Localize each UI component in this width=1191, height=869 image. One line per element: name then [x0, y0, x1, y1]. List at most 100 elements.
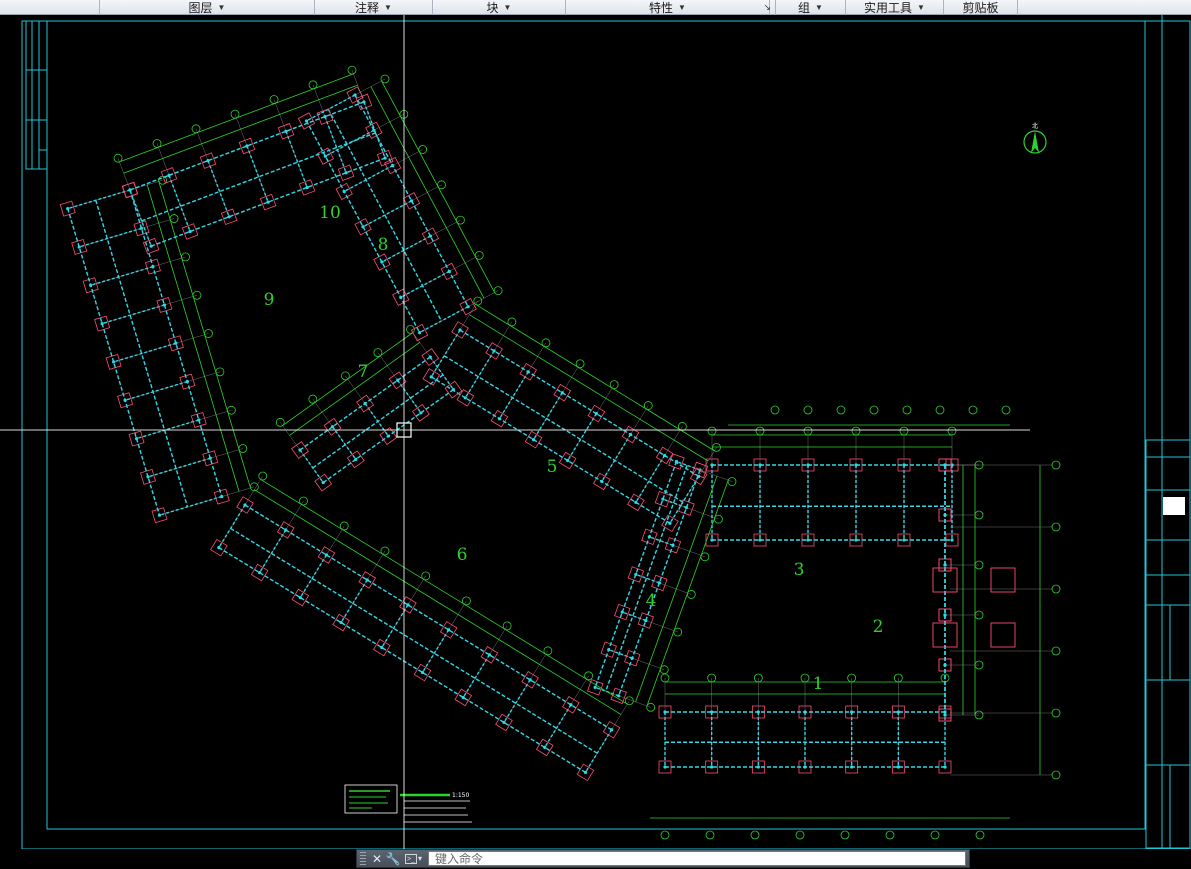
ground-beam: [244, 504, 612, 731]
axis-bubble: [975, 830, 985, 840]
drag-handle[interactable]: [360, 852, 366, 865]
axis-bubble: [935, 405, 945, 415]
zone-label: 7: [358, 362, 369, 382]
axis-bubble: [705, 830, 715, 840]
ribbon-panel-bar: 图层 ▼ 注释 ▼ 块 ▼ 特性 ▼ ↘ 组 ▼ 实用工具 ▼ 剪贴板: [0, 0, 1191, 15]
zone-label: 3: [794, 560, 805, 580]
axis-bubble: [803, 405, 813, 415]
dimension-line: [254, 489, 622, 715]
zone-label: 5: [547, 457, 558, 477]
tie-beam: [218, 504, 246, 548]
properties-panel-label: 特性: [649, 1, 674, 15]
ground-beam: [605, 465, 688, 692]
dimension-line: [469, 314, 709, 462]
annotation-panel-label: 注释: [355, 1, 380, 15]
wrench-icon[interactable]: 🔧: [385, 851, 401, 867]
dimension-line: [260, 479, 628, 705]
block-panel[interactable]: 块 ▼: [433, 0, 566, 15]
command-prompt-icon[interactable]: >_ ▾: [405, 853, 422, 864]
zone-label: 6: [457, 545, 468, 565]
group-panel-label: 组: [798, 1, 811, 15]
zone-label: 1: [813, 674, 824, 694]
tie-beam: [462, 654, 490, 698]
tie-beam: [299, 554, 328, 598]
clipboard-panel[interactable]: 剪贴板: [944, 0, 1018, 15]
axis-bubble: [1051, 460, 1061, 470]
axis-bubble: [869, 405, 879, 415]
axis-bubble: [885, 830, 895, 840]
zone-label: 2: [873, 617, 884, 637]
ground-beam: [129, 189, 223, 497]
axis-bubble: [1051, 584, 1061, 594]
zone-label: 8: [378, 235, 389, 255]
ground-beam: [230, 527, 598, 754]
title-block: [1145, 439, 1191, 849]
ground-beam: [322, 389, 454, 484]
building-wing: [938, 458, 984, 722]
layers-panel-label: 图层: [188, 1, 213, 15]
tie-beam: [340, 579, 368, 623]
utilities-panel[interactable]: 实用工具 ▼: [846, 0, 944, 15]
axis-bubble: [795, 830, 805, 840]
foundation-plan: 1 2 3 4 5 6 7 8 9 10: [59, 65, 1061, 840]
chevron-down-icon[interactable]: ▼: [504, 3, 512, 12]
tie-beam: [246, 145, 269, 203]
building-wing: [210, 471, 634, 782]
close-icon[interactable]: ✕: [369, 851, 385, 867]
axis-bubble: [660, 830, 670, 840]
pad-footing: [990, 622, 1016, 648]
tie-beam: [584, 729, 613, 773]
tie-beam: [101, 304, 165, 325]
chevron-down-icon[interactable]: ▼: [678, 3, 686, 12]
drawing-canvas[interactable]: 北 1 2 3 4 5 6 7 8 9 10 1:150: [0, 15, 1191, 849]
dialog-launcher-icon[interactable]: ↘: [763, 2, 771, 13]
axis-bubble: [1001, 405, 1011, 415]
chevron-down-icon[interactable]: ▼: [917, 3, 925, 12]
layers-panel[interactable]: 图层 ▼: [100, 0, 315, 15]
properties-panel[interactable]: 特性 ▼: [566, 0, 770, 15]
ground-beam: [443, 355, 684, 503]
axis-bubble: [1051, 522, 1061, 532]
dimension-line: [475, 304, 715, 452]
ground-beam: [218, 547, 586, 773]
chevron-down-icon[interactable]: ▼: [815, 3, 823, 12]
tie-beam: [503, 679, 531, 723]
binding-strip: [25, 20, 48, 170]
building-wing: [113, 65, 394, 255]
zone-label: 4: [646, 591, 657, 611]
annotation-panel[interactable]: 注释 ▼: [315, 0, 433, 15]
command-line: ✕ 🔧 >_ ▾: [356, 849, 970, 868]
building-wing: [59, 175, 259, 524]
utilities-panel-label: 实用工具: [864, 1, 913, 15]
block-panel-label: 块: [486, 1, 499, 15]
chevron-down-icon[interactable]: ▼: [218, 3, 226, 12]
building-wing: [275, 324, 463, 492]
ground-beam: [312, 374, 444, 469]
tie-beam: [147, 457, 211, 478]
tie-beam: [306, 94, 356, 122]
axis-bubble: [836, 405, 846, 415]
ground-beam: [430, 376, 671, 524]
chevron-down-icon[interactable]: ▼: [384, 3, 392, 12]
zone-label: 10: [319, 203, 341, 223]
tie-beam: [421, 629, 450, 673]
building-wing: [658, 673, 952, 774]
axis-bubble: [840, 830, 850, 840]
pad-footing: [990, 567, 1016, 593]
axis-bubble: [902, 405, 912, 415]
tie-beam: [544, 704, 572, 748]
axis-bubble: [1051, 770, 1061, 780]
axis-bubble: [770, 405, 780, 415]
ground-beam: [67, 208, 161, 516]
group-panel[interactable]: 组 ▼: [776, 0, 846, 15]
north-arrow-icon: 北: [1023, 122, 1047, 154]
legend-box: 1:150: [344, 784, 472, 823]
command-input[interactable]: [428, 851, 966, 866]
ribbon-panel-edge: [0, 0, 100, 15]
axis-bubble: [1051, 708, 1061, 718]
north-label: 北: [1032, 122, 1038, 130]
tie-beam: [259, 529, 287, 573]
scale-note: 1:150: [452, 792, 469, 799]
ground-beam: [459, 329, 700, 477]
axis-bubble: [1051, 646, 1061, 656]
